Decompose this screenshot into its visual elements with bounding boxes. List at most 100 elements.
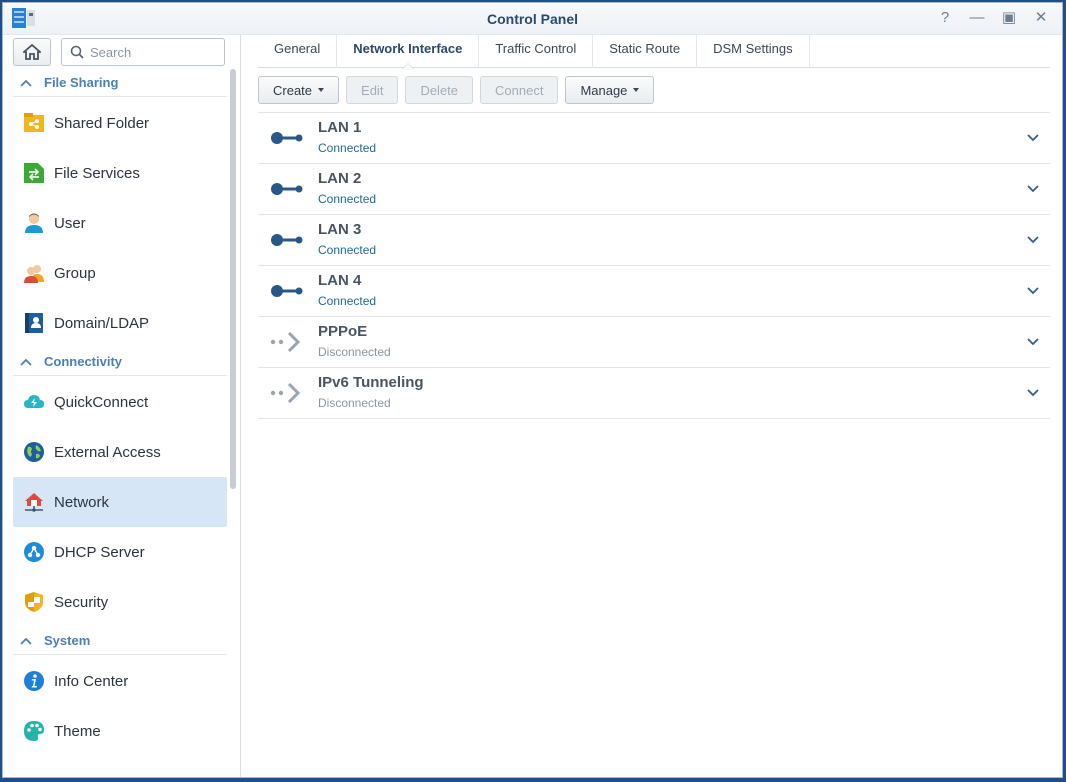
sidebar-item-dhcp-server[interactable]: DHCP Server xyxy=(13,527,227,577)
sidebar-item-user[interactable]: User xyxy=(13,198,227,248)
sidebar-item-label: Theme xyxy=(54,722,101,740)
lan-connected-icon xyxy=(271,234,303,246)
sidebar-item-external-access[interactable]: External Access xyxy=(13,427,227,477)
lan-connected-icon xyxy=(271,285,303,297)
chevron-down-icon[interactable] xyxy=(1026,182,1040,196)
shared-folder-icon xyxy=(22,111,46,135)
manage-button-label: Manage xyxy=(580,82,628,98)
chevron-down-icon[interactable] xyxy=(1026,284,1040,298)
sidebar-item-label: Info Center xyxy=(54,672,129,690)
sidebar-item-label: DHCP Server xyxy=(54,543,145,561)
group-icon xyxy=(22,261,46,285)
connect-button[interactable]: Connect xyxy=(480,76,559,104)
section-title: System xyxy=(44,633,91,648)
interface-name: LAN 1 xyxy=(318,119,362,136)
help-icon[interactable]: ? xyxy=(936,9,954,27)
interface-name: LAN 3 xyxy=(318,221,362,238)
sidebar-item-label: User xyxy=(54,214,86,232)
create-button[interactable]: Create xyxy=(258,76,340,104)
tab-network-interface[interactable]: Network Interface xyxy=(337,35,480,69)
section-connectivity[interactable]: Connectivity xyxy=(13,348,227,376)
sidebar-item-file-services[interactable]: File Services xyxy=(13,148,227,198)
chevron-up-icon xyxy=(20,637,32,645)
sidebar-item-network[interactable]: Network xyxy=(13,477,227,527)
interface-name: LAN 2 xyxy=(318,170,362,187)
control-panel-window: Control Panel ? — ▣ ✕ File Sharing xyxy=(2,2,1063,778)
disconnected-arrow-icon xyxy=(270,331,301,353)
home-icon xyxy=(23,44,41,60)
tab-bar: General Network Interface Traffic Contro… xyxy=(258,35,1050,69)
interface-row-ipv6-tunneling[interactable]: IPv6 Tunneling Disconnected xyxy=(258,368,1050,419)
sidebar-item-domain-ldap[interactable]: Domain/LDAP xyxy=(13,298,227,348)
edit-button[interactable]: Edit xyxy=(346,76,399,104)
sidebar-item-security[interactable]: Security xyxy=(13,577,227,627)
lan-connected-icon xyxy=(271,132,303,144)
interface-name: PPPoE xyxy=(318,323,368,340)
chevron-up-icon xyxy=(20,358,32,366)
sidebar-item-group[interactable]: Group xyxy=(13,248,227,298)
caret-down-icon xyxy=(633,88,640,92)
quickconnect-icon xyxy=(22,390,46,414)
manage-button[interactable]: Manage xyxy=(565,76,655,104)
shield-icon xyxy=(22,590,46,614)
delete-button-label: Delete xyxy=(420,82,459,98)
user-icon xyxy=(22,211,46,235)
section-title: Connectivity xyxy=(44,354,123,369)
sidebar-list: File Sharing Shared Folder File Services… xyxy=(13,69,227,756)
sidebar-item-shared-folder[interactable]: Shared Folder xyxy=(13,98,227,148)
home-button[interactable] xyxy=(13,38,51,66)
chevron-down-icon[interactable] xyxy=(1026,386,1040,400)
toolbar: Create Edit Delete Connect Manage xyxy=(258,76,1050,104)
section-system[interactable]: System xyxy=(13,627,227,655)
sidebar-item-label: Group xyxy=(54,264,96,282)
interface-row-pppoe[interactable]: PPPoE Disconnected xyxy=(258,317,1050,368)
interface-status: Connected xyxy=(318,294,377,308)
interface-status: Connected xyxy=(318,192,377,206)
close-icon[interactable]: ✕ xyxy=(1032,9,1050,27)
maximize-icon[interactable]: ▣ xyxy=(1000,9,1018,27)
info-center-icon xyxy=(22,669,46,693)
search-input[interactable] xyxy=(90,43,220,61)
search-box[interactable] xyxy=(61,38,225,66)
chevron-down-icon[interactable] xyxy=(1026,335,1040,349)
file-services-icon xyxy=(22,161,46,185)
disconnected-arrow-icon xyxy=(270,382,301,404)
chevron-down-icon[interactable] xyxy=(1026,131,1040,145)
interface-row-lan-1[interactable]: LAN 1 Connected xyxy=(258,113,1050,164)
sidebar-item-label: Security xyxy=(54,593,109,611)
interface-row-lan-2[interactable]: LAN 2 Connected xyxy=(258,164,1050,215)
interface-row-lan-3[interactable]: LAN 3 Connected xyxy=(258,215,1050,266)
sidebar-item-quickconnect[interactable]: QuickConnect xyxy=(13,377,227,427)
section-file-sharing[interactable]: File Sharing xyxy=(13,69,227,97)
chevron-down-icon[interactable] xyxy=(1026,233,1040,247)
interface-row-lan-4[interactable]: LAN 4 Connected xyxy=(258,266,1050,317)
delete-button[interactable]: Delete xyxy=(405,76,474,104)
tab-static-route[interactable]: Static Route xyxy=(593,35,698,68)
sidebar-item-theme[interactable]: Theme xyxy=(13,706,227,756)
sidebar-item-label: Network xyxy=(54,493,110,511)
edit-button-label: Edit xyxy=(361,82,384,98)
interface-list: LAN 1 Connected LAN 2 Connected LAN 3 Co… xyxy=(258,112,1050,419)
minimize-icon[interactable]: — xyxy=(968,9,986,27)
section-title: File Sharing xyxy=(44,75,119,90)
tab-traffic-control[interactable]: Traffic Control xyxy=(479,35,594,68)
dhcp-server-icon xyxy=(22,540,46,564)
interface-status: Connected xyxy=(318,141,377,155)
caret-down-icon xyxy=(318,88,325,92)
interface-status: Connected xyxy=(318,243,377,257)
palette-icon xyxy=(22,719,46,743)
interface-name: IPv6 Tunneling xyxy=(318,374,424,391)
sidebar-scrollbar[interactable] xyxy=(230,69,236,489)
sidebar-item-label: Shared Folder xyxy=(54,114,150,132)
interface-status: Disconnected xyxy=(318,396,391,410)
network-icon xyxy=(22,490,46,514)
main-panel: General Network Interface Traffic Contro… xyxy=(258,35,1050,777)
create-button-label: Create xyxy=(273,82,313,98)
sidebar-item-info-center[interactable]: Info Center xyxy=(13,656,227,706)
tab-dsm-settings[interactable]: DSM Settings xyxy=(697,35,810,68)
search-icon xyxy=(70,45,84,59)
lan-connected-icon xyxy=(271,183,303,195)
tab-general[interactable]: General xyxy=(258,35,338,68)
interface-status: Disconnected xyxy=(318,345,391,359)
domain-ldap-icon xyxy=(22,311,46,335)
